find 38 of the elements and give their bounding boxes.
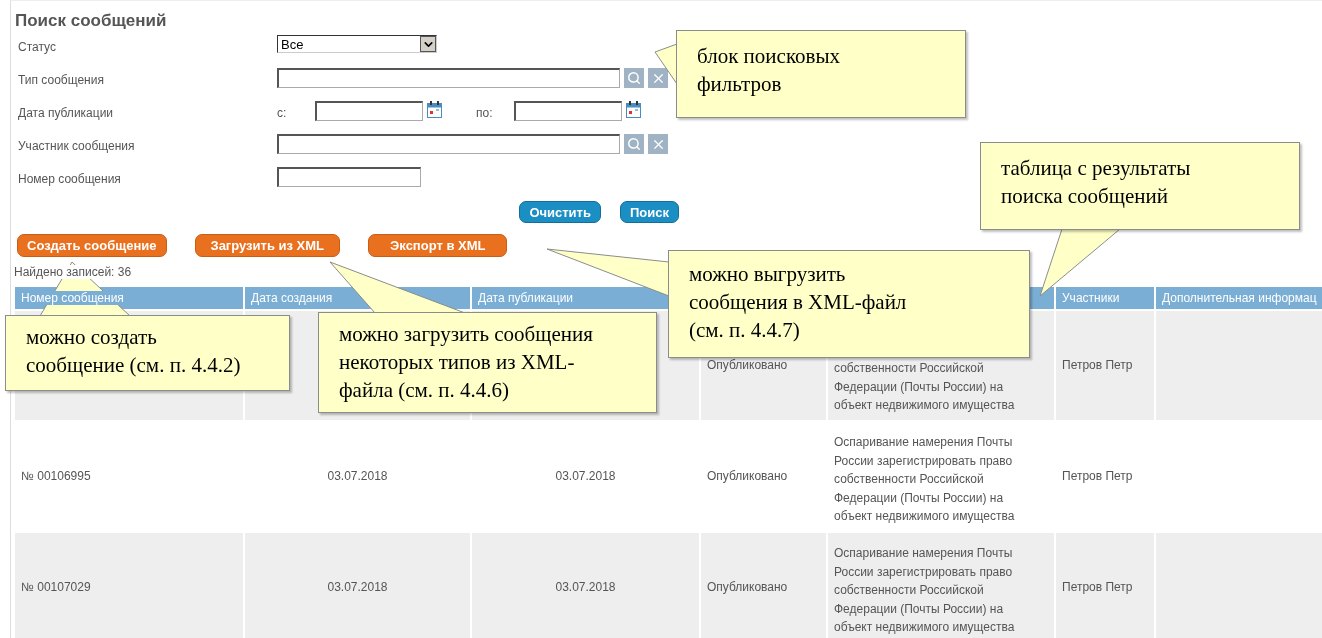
to-label: по: bbox=[476, 105, 494, 122]
table-cell: Петров Петр bbox=[1056, 311, 1154, 420]
table-cell: Петров Петр bbox=[1056, 533, 1154, 638]
column-header: Номер сообщения bbox=[15, 287, 243, 309]
callout: можно выгрузить сообщения в XML-файл (см. п. 4.4.7) bbox=[668, 250, 1030, 358]
filter-label: Участник сообщения bbox=[18, 138, 136, 155]
filter-label: Дата публикации bbox=[18, 105, 115, 122]
table-cell: Опубликовано bbox=[701, 533, 826, 638]
search-icon bbox=[627, 137, 641, 151]
callout: блок поисковых фильтров bbox=[676, 30, 966, 118]
search-button[interactable]: Поиск bbox=[620, 201, 679, 223]
records-count: Найдено записей: 36 bbox=[14, 265, 132, 279]
filter-label: Тип сообщения bbox=[18, 72, 105, 89]
table-cell: 03.07.2018 bbox=[245, 533, 470, 638]
column-header: Дополнительная информац bbox=[1156, 287, 1322, 309]
search-icon bbox=[627, 71, 641, 85]
status-select[interactable]: Все bbox=[277, 35, 437, 53]
calendar-icon[interactable] bbox=[427, 101, 442, 118]
table-cell: 03.07.2018 bbox=[472, 533, 699, 638]
table-cell: № 00107029 bbox=[15, 533, 243, 638]
action-button[interactable]: Создать сообщение bbox=[17, 234, 167, 257]
from-label: с: bbox=[277, 105, 288, 122]
filter-label: Статус bbox=[18, 39, 57, 56]
action-button[interactable]: Экспорт в XML bbox=[368, 234, 508, 257]
clear-button[interactable]: Очистить bbox=[519, 201, 601, 223]
calendar-icon[interactable] bbox=[626, 101, 641, 118]
page-title: Поиск сообщений bbox=[15, 11, 168, 31]
column-header: Участники bbox=[1056, 287, 1154, 309]
input-field[interactable] bbox=[277, 134, 620, 154]
action-button[interactable]: Загрузить из XML bbox=[194, 234, 341, 257]
callout-pointer bbox=[654, 43, 678, 85]
caret-icon[interactable] bbox=[420, 36, 436, 52]
filter-label: Номер сообщения bbox=[18, 171, 122, 188]
input-field[interactable] bbox=[277, 68, 620, 88]
input-field[interactable] bbox=[277, 167, 421, 187]
table-cell: Оспаривание намерения Почты России зарегистрировать право собственности Российской Федерации (Почты России) на объект недвижимого имущества bbox=[828, 533, 1054, 638]
date-field[interactable] bbox=[315, 101, 423, 121]
date-field[interactable] bbox=[514, 101, 622, 121]
